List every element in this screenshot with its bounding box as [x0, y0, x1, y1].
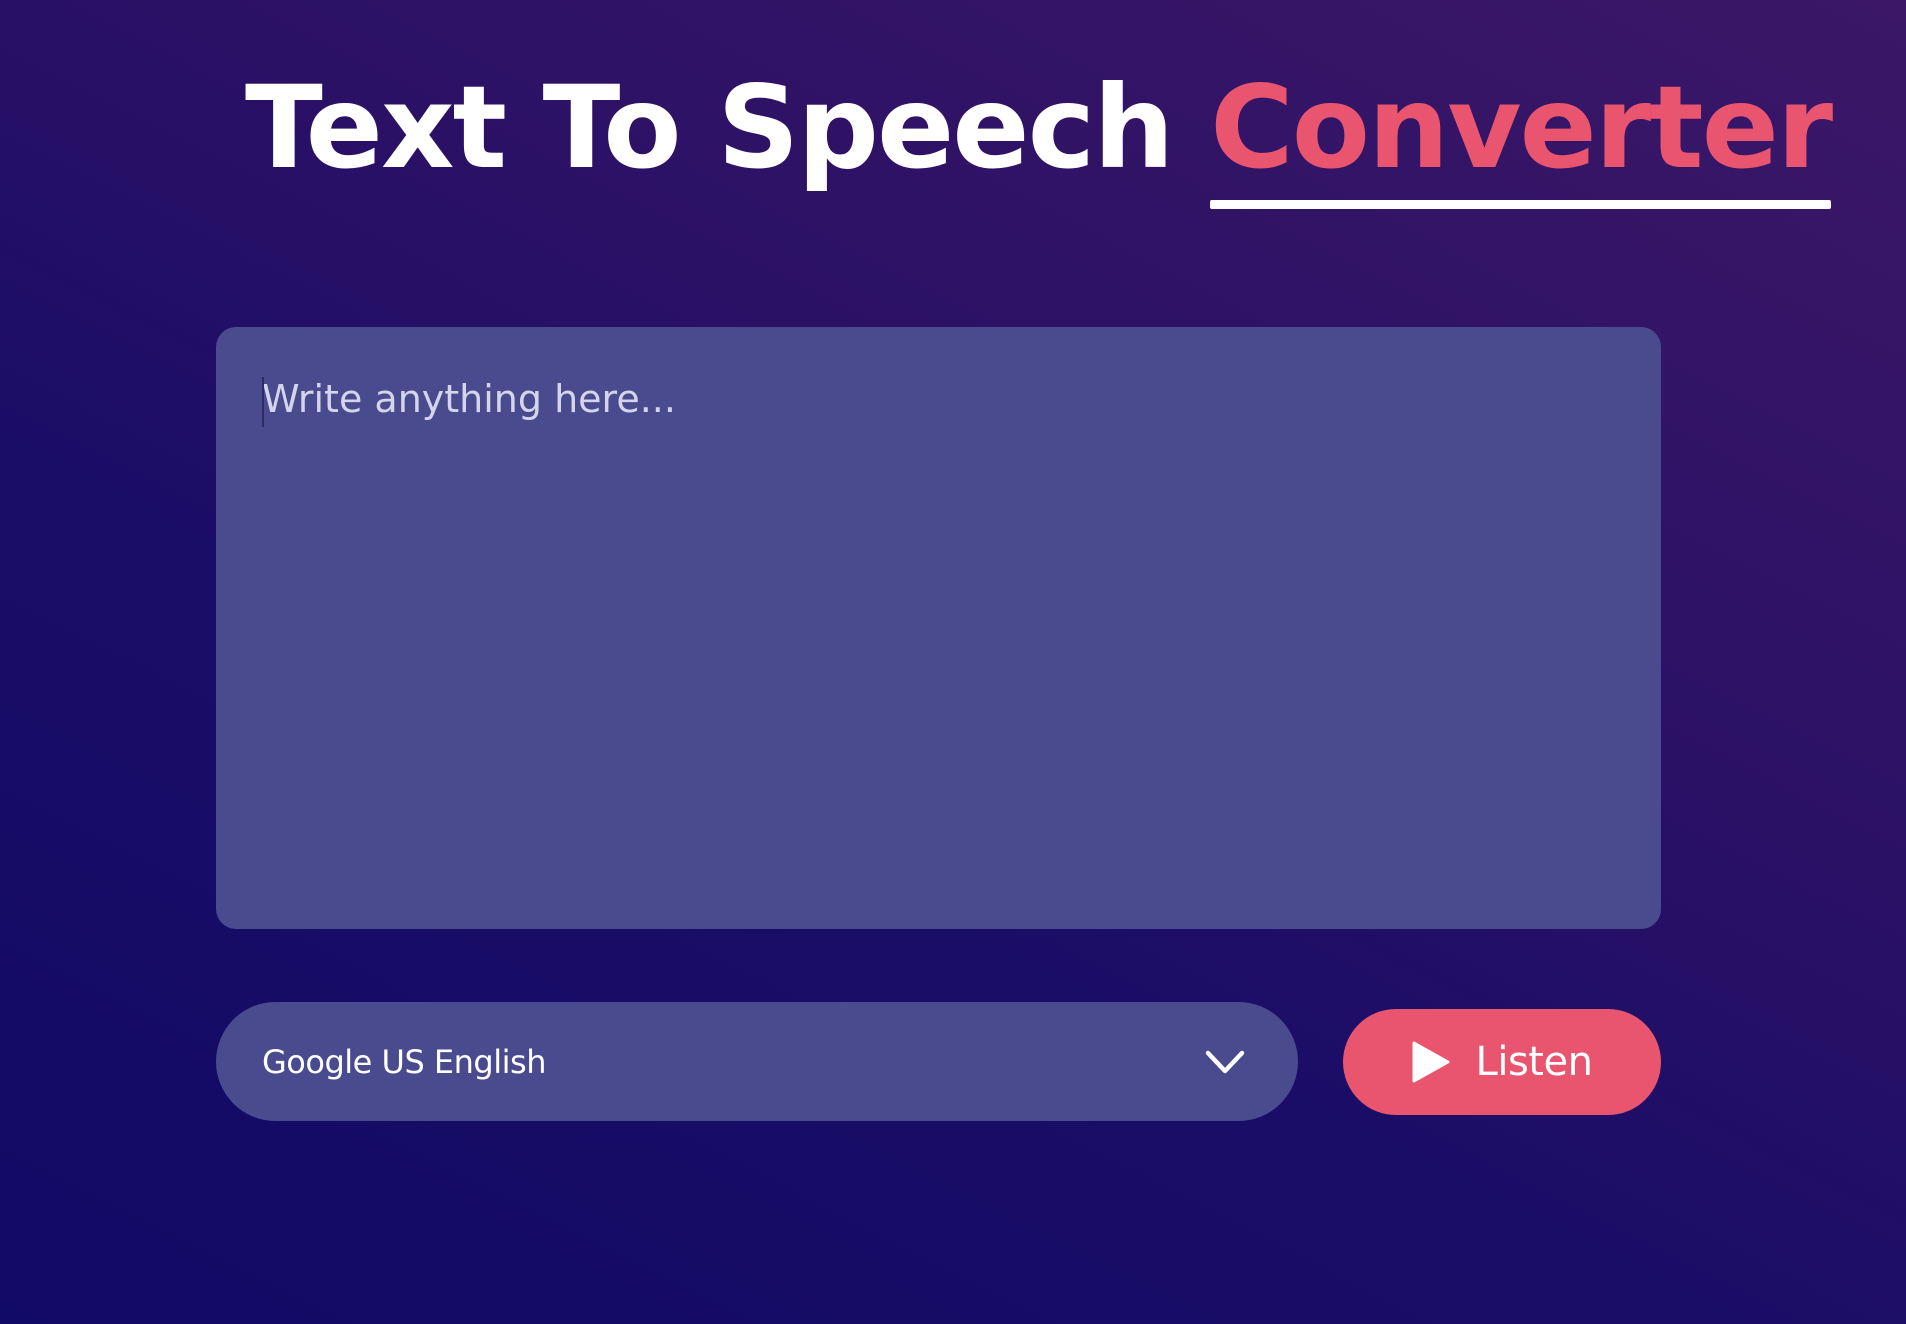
play-icon	[1412, 1041, 1450, 1083]
title-main-text: Text To Speech	[245, 61, 1174, 194]
title-underline	[1210, 200, 1832, 210]
page-title: Text To Speech Converter	[245, 61, 1833, 210]
text-cursor	[262, 377, 264, 427]
voice-select-dropdown[interactable]: Google US English	[216, 1002, 1298, 1121]
listen-button-label: Listen	[1475, 1039, 1593, 1085]
text-input[interactable]	[216, 327, 1661, 929]
title-accent-wrap: Converter	[1210, 61, 1833, 210]
chevron-down-icon	[1205, 1050, 1245, 1073]
voice-select-value: Google US English	[262, 1042, 546, 1081]
title-accent-text: Converter	[1210, 61, 1833, 194]
listen-button[interactable]: Listen	[1343, 1009, 1661, 1115]
